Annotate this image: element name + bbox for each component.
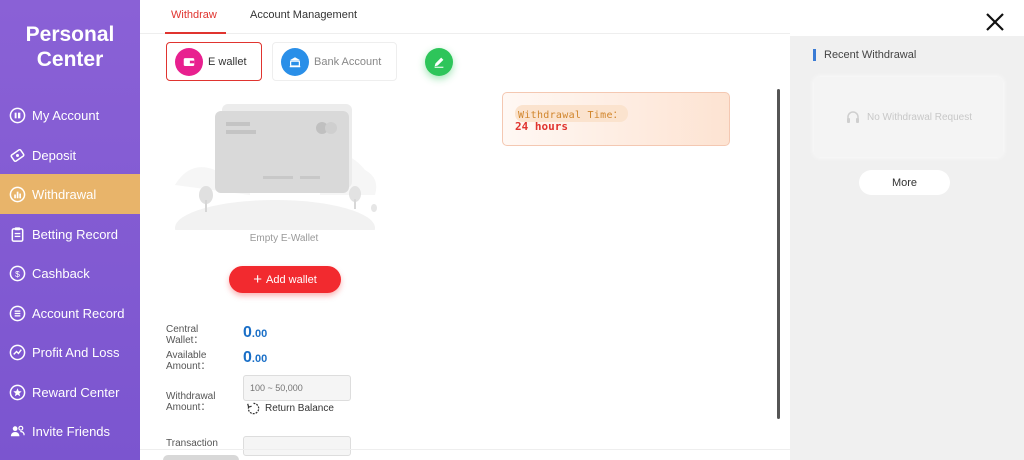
- sidebar: Personal Center My Account Deposit Withd…: [0, 0, 140, 460]
- withdrawal-icon: [9, 186, 26, 203]
- plus-icon: +: [253, 270, 262, 288]
- sidebar-item-label: Cashback: [32, 265, 90, 281]
- sidebar-item-label: Betting Record: [32, 226, 118, 242]
- ewallet-method-button[interactable]: E wallet: [166, 42, 262, 81]
- pencil-icon: [434, 57, 444, 68]
- available-dec: .00: [251, 353, 268, 365]
- empty-wallet-illustration: [170, 100, 380, 256]
- sidebar-item-label: Profit And Loss: [32, 344, 120, 360]
- empty-wallet-text: Empty E-Wallet: [249, 233, 319, 244]
- sidebar-item-label: Deposit: [32, 147, 77, 163]
- sidebar-item-reward-center[interactable]: Reward Center: [0, 372, 140, 412]
- wallet-icon: [175, 47, 203, 76]
- tab-withdraw[interactable]: Withdraw: [171, 9, 217, 21]
- sidebar-item-betting-record[interactable]: Betting Record: [0, 214, 140, 254]
- withdrawal-amount-input[interactable]: [243, 375, 351, 401]
- central-wallet-int: 0: [243, 324, 252, 341]
- return-balance-button[interactable]: Return Balance: [246, 401, 334, 416]
- transaction-input[interactable]: [243, 436, 351, 456]
- refresh-icon: [247, 402, 260, 415]
- deposit-icon: [9, 147, 26, 164]
- sidebar-item-account-record[interactable]: Account Record: [0, 293, 140, 333]
- add-wallet-button[interactable]: + Add wallet: [229, 266, 341, 293]
- star-icon: [9, 384, 26, 401]
- add-wallet-label: Add wallet: [266, 273, 317, 286]
- available-amount-label: Available Amount：: [166, 350, 211, 372]
- tab-bar: Withdraw Account Management: [140, 0, 790, 34]
- sidebar-item-label: My Account: [32, 107, 100, 123]
- sidebar-item-my-account[interactable]: My Account: [0, 95, 140, 135]
- sidebar-item-label: Reward Center: [32, 384, 120, 400]
- more-button[interactable]: More: [859, 170, 950, 195]
- sidebar-item-profit-and-loss[interactable]: Profit And Loss: [0, 332, 140, 372]
- record-icon: [9, 305, 26, 322]
- return-balance-label: Return Balance: [265, 403, 334, 414]
- sidebar-item-label: Account Record: [32, 305, 125, 321]
- bank-account-method-button[interactable]: Bank Account: [272, 42, 397, 81]
- central-wallet-dec: .00: [251, 328, 268, 340]
- tab-account-management[interactable]: Account Management: [250, 9, 357, 21]
- recent-withdrawal-title: Recent Withdrawal: [824, 49, 917, 61]
- withdrawal-time-box: Withdrawal Time： 24 hours: [502, 92, 730, 146]
- close-button[interactable]: [983, 10, 1007, 34]
- profit-icon: [9, 344, 26, 361]
- withdrawal-time-value: 24 hours: [515, 120, 568, 133]
- scrollbar[interactable]: [777, 89, 780, 419]
- clipboard-icon: [9, 226, 26, 243]
- bottom-handle: [163, 455, 239, 460]
- available-int: 0: [243, 349, 252, 366]
- sidebar-title-line2: Center: [36, 48, 104, 71]
- close-icon: [986, 13, 1004, 31]
- no-withdrawal-text: No Withdrawal Request: [866, 111, 973, 123]
- account-icon: [9, 107, 26, 124]
- sidebar-item-label: Withdrawal: [32, 186, 97, 202]
- people-icon: [9, 423, 26, 440]
- available-amount: 0.00: [243, 349, 267, 367]
- central-wallet-label: Central Wallet：: [166, 324, 204, 346]
- bank-icon: [281, 47, 309, 76]
- sidebar-title-line1: Personal: [25, 23, 115, 46]
- sidebar-item-invite-friends[interactable]: Invite Friends: [0, 411, 140, 451]
- sidebar-item-cashback[interactable]: $ Cashback: [0, 253, 140, 293]
- app-root: Personal Center My Account Deposit Withd…: [0, 0, 1024, 460]
- withdrawal-amount-label: Withdrawal Amount：: [166, 391, 216, 413]
- ewallet-method-label: E wallet: [208, 55, 247, 68]
- bank-account-method-label: Bank Account: [314, 55, 382, 68]
- edit-button[interactable]: [425, 48, 453, 76]
- svg-text:$: $: [15, 268, 20, 278]
- tab-active-underline: [165, 32, 226, 34]
- headset-icon: [846, 111, 859, 123]
- transaction-label: Transaction: [166, 438, 218, 449]
- recent-withdrawal-panel: Recent Withdrawal No Withdrawal Request …: [790, 36, 1024, 460]
- sidebar-item-withdrawal[interactable]: Withdrawal: [0, 174, 140, 214]
- sidebar-title: Personal Center: [0, 22, 140, 72]
- central-wallet-amount: 0.00: [243, 324, 267, 342]
- no-withdrawal-box: No Withdrawal Request: [814, 77, 1003, 157]
- cashback-icon: $: [9, 265, 26, 282]
- sidebar-item-deposit[interactable]: Deposit: [0, 135, 140, 175]
- sidebar-item-label: Invite Friends: [32, 423, 111, 439]
- divider: [140, 449, 790, 450]
